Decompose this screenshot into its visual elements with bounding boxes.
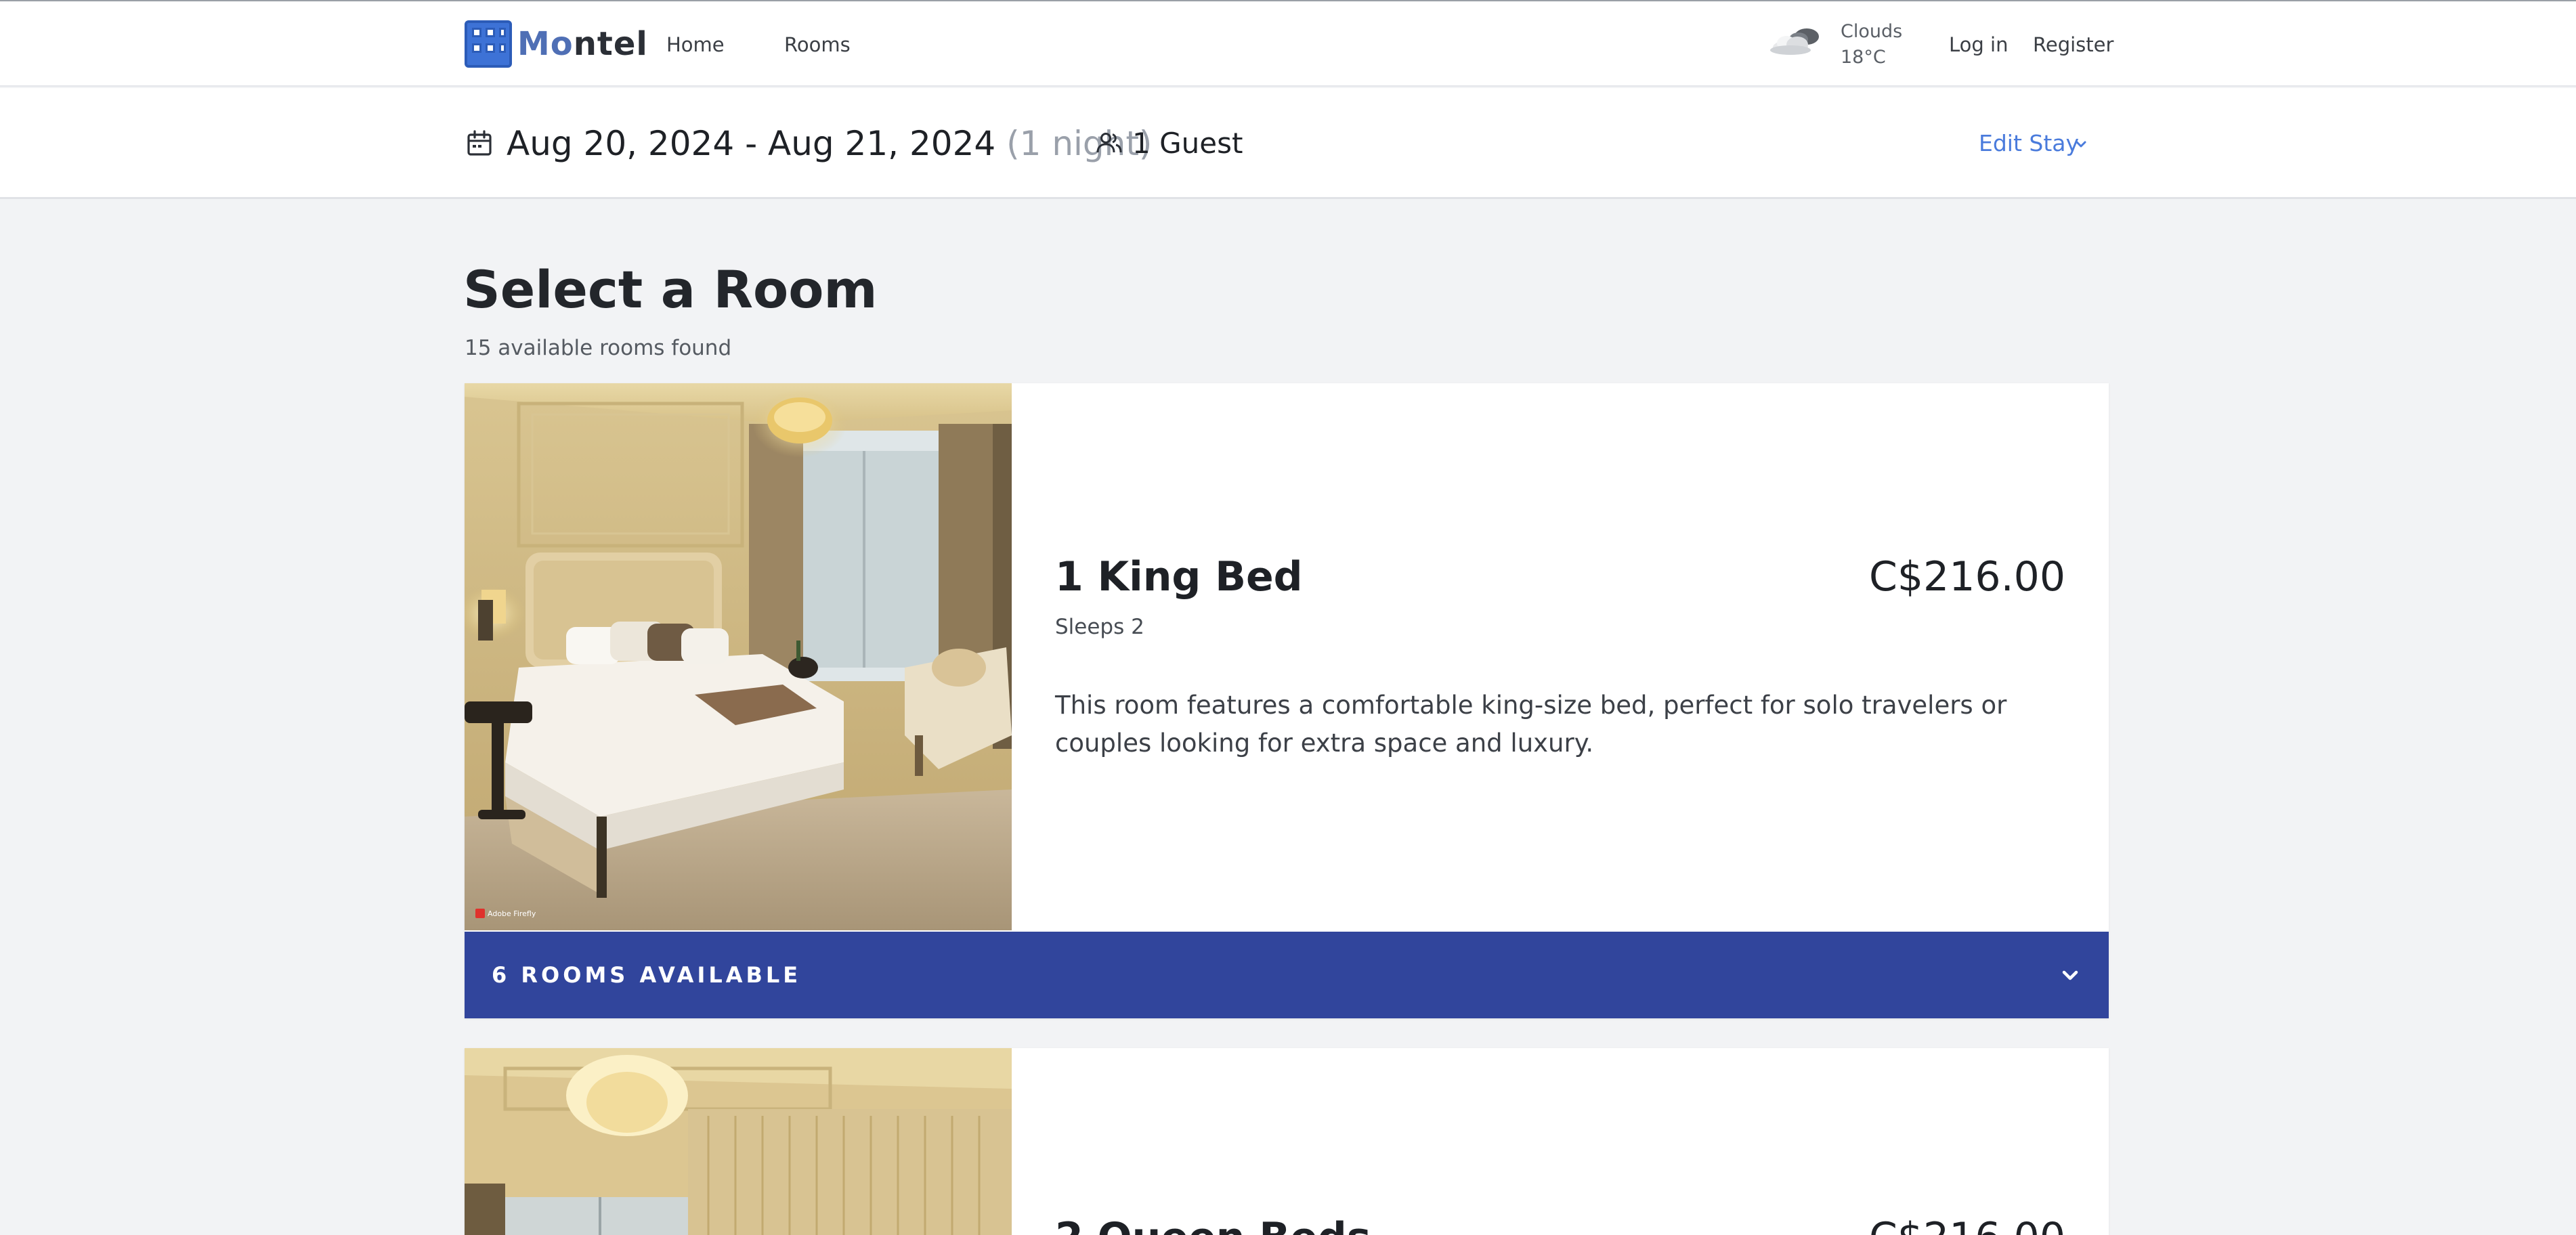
edit-stay-button[interactable]: Edit Stay bbox=[1979, 129, 2079, 158]
stay-dates: Aug 20, 2024 - Aug 21, 2024 (1 night) bbox=[507, 122, 1152, 165]
navbar: Montel Home Rooms Clouds 18°C Log in Reg… bbox=[0, 1, 2576, 87]
register-link[interactable]: Register bbox=[2033, 32, 2113, 57]
hotel-logo-icon bbox=[465, 20, 512, 68]
adobe-firefly-badge: Adobe Firefly bbox=[475, 909, 536, 918]
weather-condition: Clouds bbox=[1841, 21, 1903, 42]
room-details: 2 Queen Beds C$216.00 bbox=[1012, 1048, 2109, 1235]
room-photo[interactable]: Adobe Firefly bbox=[465, 383, 1012, 930]
brand-name: Montel bbox=[517, 25, 648, 63]
room-name: 1 King Bed bbox=[1055, 553, 1303, 601]
room-details: 1 King Bed C$216.00 Sleeps 2 This room f… bbox=[1012, 383, 2109, 930]
night-count: (1 night) bbox=[1006, 124, 1153, 163]
nav-rooms-link[interactable]: Rooms bbox=[784, 32, 851, 57]
rooms-available-label: 6 ROOMS AVAILABLE bbox=[492, 962, 802, 988]
brand-logo[interactable]: Montel bbox=[465, 20, 648, 68]
guests-icon bbox=[1096, 133, 1122, 153]
page-title: Select a Room bbox=[463, 259, 878, 320]
room-price: C$216.00 bbox=[1869, 1212, 2065, 1235]
adobe-logo-icon bbox=[475, 909, 485, 918]
guest-count: 1 Guest bbox=[1132, 127, 1243, 160]
king-bedroom-image bbox=[465, 383, 1012, 930]
room-card: Adobe Firefly 1 King Bed C$216.00 Sleeps… bbox=[465, 383, 2109, 1018]
chevron-down-icon[interactable] bbox=[2074, 137, 2088, 152]
room-price: C$216.00 bbox=[1868, 553, 2065, 601]
nav-home-link[interactable]: Home bbox=[666, 32, 725, 57]
rooms-available-toggle[interactable]: 6 ROOMS AVAILABLE bbox=[465, 932, 2109, 1018]
date-range: Aug 20, 2024 - Aug 21, 2024 bbox=[507, 124, 996, 163]
login-link[interactable]: Log in bbox=[1949, 32, 2008, 57]
room-description: This room features a comfortable king-si… bbox=[1055, 691, 2007, 758]
room-name: 2 Queen Beds bbox=[1055, 1212, 1371, 1235]
chevron-down-icon bbox=[2062, 970, 2078, 980]
room-capacity: Sleeps 2 bbox=[1055, 615, 1144, 639]
cloud-icon bbox=[1770, 28, 1819, 55]
room-card: 2 Queen Beds C$216.00 bbox=[465, 1048, 2109, 1235]
stay-summary-bar: Aug 20, 2024 - Aug 21, 2024 (1 night) 1 … bbox=[0, 88, 2576, 199]
rooms-found-count: 15 available rooms found bbox=[465, 336, 732, 360]
queen-bedroom-image bbox=[465, 1048, 1012, 1235]
weather-temperature: 18°C bbox=[1841, 47, 1886, 68]
room-photo[interactable] bbox=[465, 1048, 1012, 1235]
calendar-icon bbox=[467, 130, 492, 156]
